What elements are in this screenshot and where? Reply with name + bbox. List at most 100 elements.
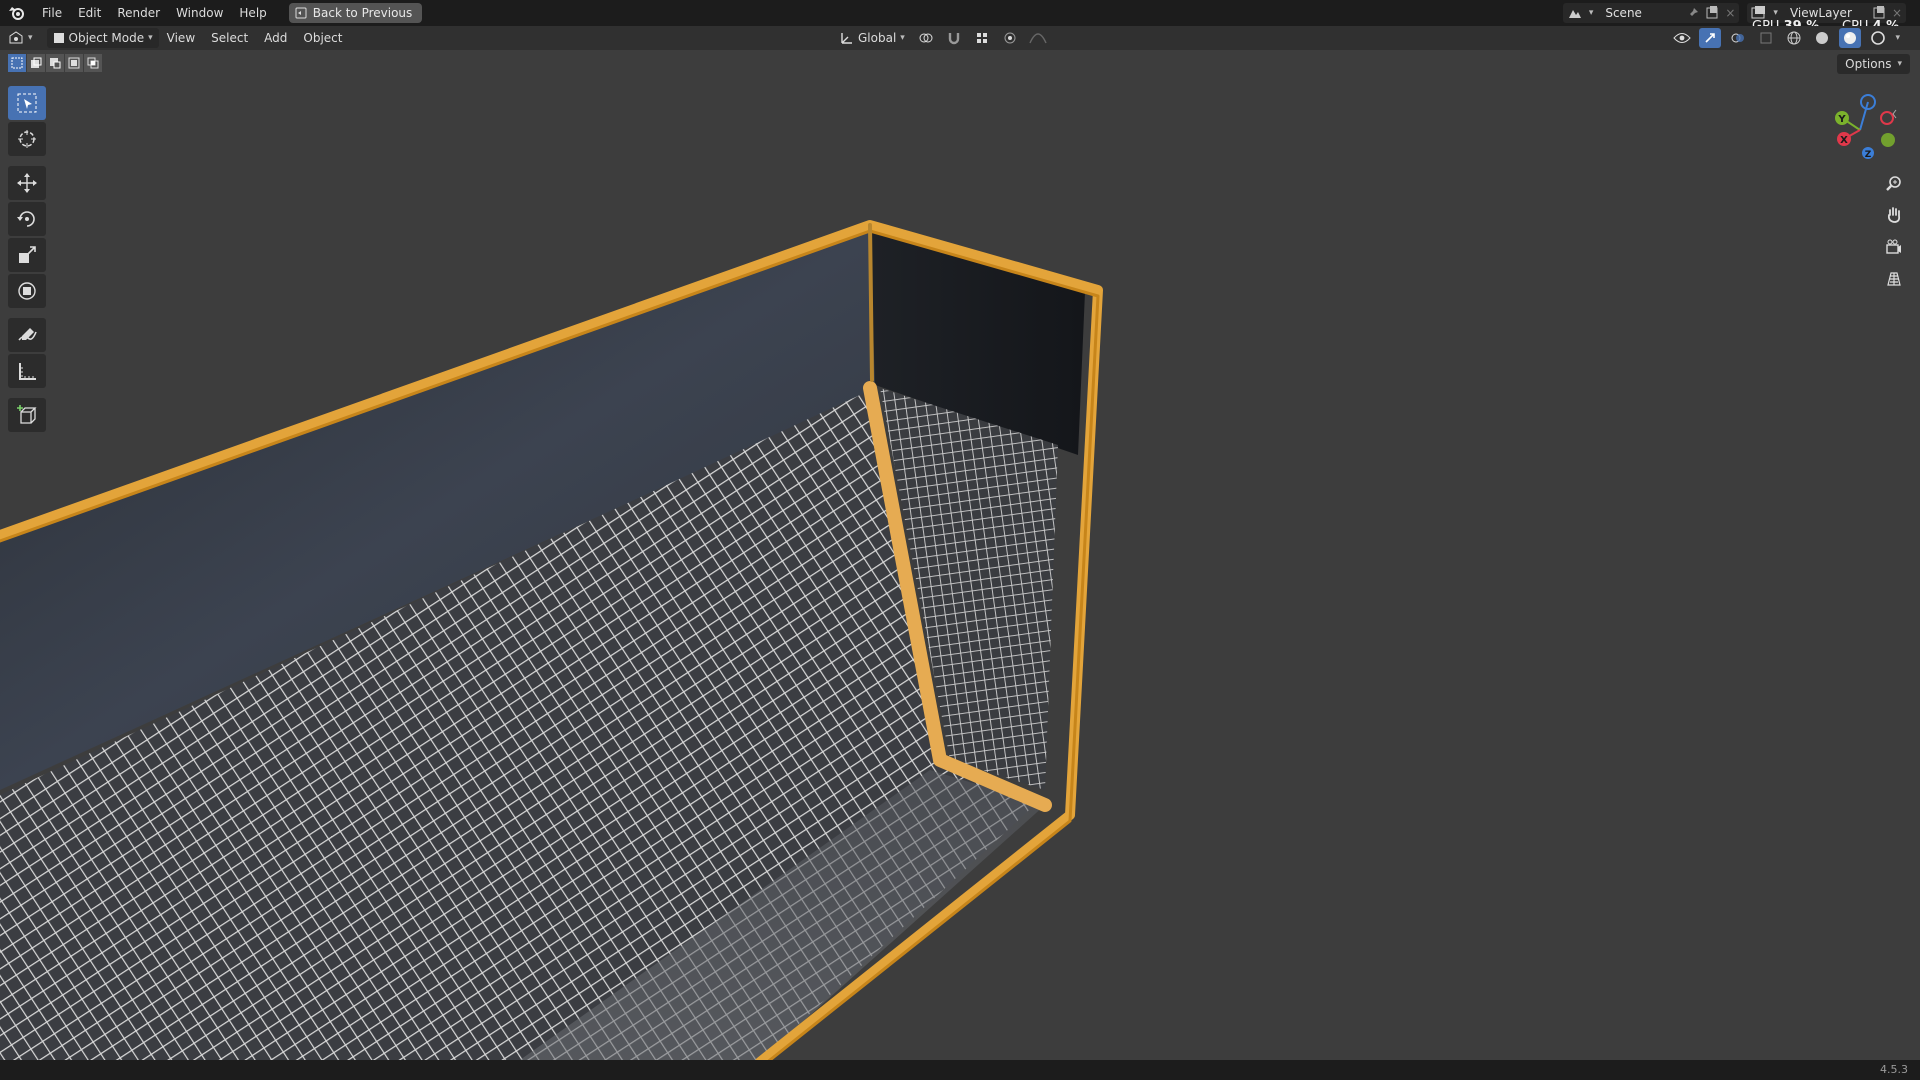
blender-window: File Edit Render Window Help Back to Pre… <box>0 0 1920 1080</box>
xray-toggle[interactable] <box>1755 28 1777 48</box>
header-menu-view[interactable]: View <box>159 28 203 48</box>
tool-annotate[interactable] <box>8 318 46 352</box>
select-extend-icon <box>31 57 42 68</box>
overlays-toggle[interactable] <box>1727 28 1749 48</box>
zoom-button[interactable] <box>1880 170 1908 196</box>
blender-logo-icon[interactable] <box>0 0 34 26</box>
options-label: Options <box>1845 57 1892 71</box>
navigation-gizmo[interactable]: Y X Z <box>1830 90 1900 166</box>
menu-window[interactable]: Window <box>168 0 231 26</box>
tool-move[interactable] <box>8 166 46 200</box>
options-chevron-icon: ▾ <box>1897 59 1902 69</box>
back-icon <box>295 7 307 19</box>
measure-ruler-icon <box>19 363 36 380</box>
new-view-layer-icon[interactable] <box>1872 6 1886 20</box>
camera-icon <box>1886 239 1901 254</box>
pan-hand-icon <box>1887 207 1901 223</box>
tool-rotate[interactable] <box>8 202 46 236</box>
select-new-button[interactable] <box>8 54 26 72</box>
scene-selector[interactable]: ▾ Scene × <box>1562 3 1740 23</box>
pin-icon[interactable] <box>1687 7 1699 19</box>
scale-icon <box>19 246 36 263</box>
add-cube-icon <box>17 405 37 424</box>
options-dropdown[interactable]: Options ▾ <box>1837 54 1910 74</box>
shading-solid-button[interactable] <box>1811 28 1833 48</box>
shading-material-preview-button[interactable] <box>1839 28 1862 48</box>
menu-edit[interactable]: Edit <box>70 0 109 26</box>
tool-cursor[interactable] <box>8 122 46 156</box>
select-extend-button[interactable] <box>27 54 45 72</box>
header-menu-add[interactable]: Add <box>256 28 295 48</box>
menu-render[interactable]: Render <box>109 0 168 26</box>
gizmo-neg-y-handle[interactable] <box>1881 133 1895 147</box>
magnet-icon <box>948 33 960 45</box>
header-menu-select[interactable]: Select <box>203 28 256 48</box>
grid-perspective-icon <box>1887 272 1901 286</box>
tool-measure[interactable] <box>8 354 46 388</box>
scene-dropdown-icon: ▾ <box>1588 8 1594 18</box>
wireframe-sphere-icon <box>1787 31 1801 45</box>
transform-icon <box>18 282 36 300</box>
editor-type-button[interactable]: ▾ <box>0 28 41 48</box>
object-visibility-button[interactable] <box>1671 28 1693 48</box>
back-to-previous-button[interactable]: Back to Previous <box>288 3 423 23</box>
shading-wireframe-button[interactable] <box>1783 28 1805 48</box>
viewport-nav-buttons <box>1880 170 1908 292</box>
new-scene-icon[interactable] <box>1705 6 1719 20</box>
select-subtract-icon <box>50 58 61 69</box>
tool-scale[interactable] <box>8 238 46 272</box>
gizmo-neg-x-handle[interactable] <box>1880 111 1894 125</box>
left-toolbar <box>8 86 48 432</box>
menu-help[interactable]: Help <box>231 0 274 26</box>
perspective-toggle-button[interactable] <box>1880 266 1908 292</box>
header-menu-object[interactable]: Object <box>295 28 350 48</box>
tool-transform[interactable] <box>8 274 46 308</box>
rotate-icon <box>17 211 35 227</box>
proportional-falloff-button[interactable] <box>1027 28 1049 48</box>
shading-rendered-button[interactable] <box>1867 28 1889 48</box>
camera-view-button[interactable] <box>1880 234 1908 260</box>
transform-orientation-dropdown[interactable]: Global ▾ <box>836 28 909 48</box>
select-new-icon <box>11 57 23 69</box>
scene-name-field[interactable]: Scene <box>1599 4 1681 22</box>
select-box-icon <box>17 93 37 113</box>
select-invert-button[interactable] <box>65 54 83 72</box>
select-intersect-icon <box>87 57 99 69</box>
object-mode-chevron-icon: ▾ <box>148 33 153 43</box>
select-intersect-button[interactable] <box>84 54 102 72</box>
3d-viewport[interactable]: Options ▾ Y X Z <box>0 50 1920 1060</box>
select-subtract-button[interactable] <box>46 54 64 72</box>
annotate-pencil-icon <box>18 328 37 341</box>
rendered-sphere-icon <box>1871 31 1886 45</box>
tool-add-cube[interactable] <box>8 398 46 432</box>
object-mode-icon <box>53 33 64 43</box>
shading-options-chevron-icon[interactable]: ▾ <box>1895 33 1900 43</box>
selection-mode-group <box>8 54 102 72</box>
menu-file[interactable]: File <box>34 0 70 26</box>
transform-tools: Global ▾ <box>836 28 1049 48</box>
viewport-display-tools: ▾ <box>1671 28 1900 48</box>
object-mode-dropdown[interactable]: Object Mode ▾ <box>46 28 159 48</box>
cursor-icon <box>18 130 36 148</box>
eye-icon <box>1673 33 1692 43</box>
transform-orientation-label: Global <box>858 31 897 45</box>
snap-target-button[interactable] <box>971 28 993 48</box>
pan-button[interactable] <box>1880 202 1908 228</box>
remove-view-layer-icon[interactable]: × <box>1892 6 1902 20</box>
zoom-magnifier-icon <box>1886 176 1901 191</box>
top-menu-bar: File Edit Render Window Help Back to Pre… <box>0 0 1920 34</box>
object-mode-label: Object Mode <box>68 31 145 45</box>
tool-select-box[interactable] <box>8 86 46 120</box>
proportional-edit-icon <box>1004 32 1016 44</box>
scene-icon <box>1568 10 1581 18</box>
pivot-icon <box>919 33 933 43</box>
pivot-point-button[interactable] <box>915 28 937 48</box>
move-icon <box>17 173 37 193</box>
select-invert-icon <box>68 57 80 69</box>
snap-toggle[interactable] <box>943 28 965 48</box>
viewport-scene[interactable] <box>0 50 1920 1060</box>
proportional-editing-toggle[interactable] <box>999 28 1021 48</box>
remove-scene-icon[interactable]: × <box>1725 6 1735 20</box>
gizmo-toggle[interactable] <box>1699 28 1722 48</box>
material-sphere-icon <box>1844 32 1857 44</box>
